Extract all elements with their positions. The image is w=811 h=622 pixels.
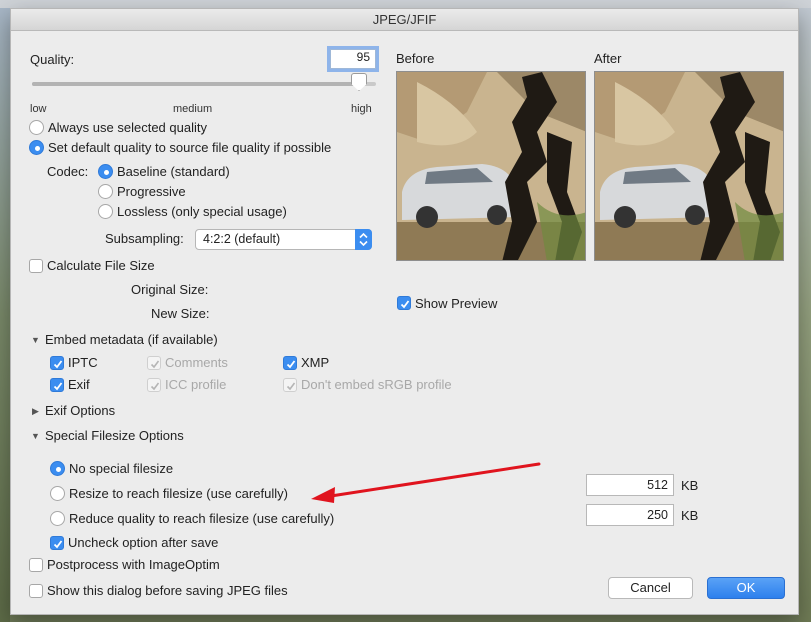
exif-checkbox[interactable]: [50, 378, 64, 392]
quality-label: Quality:: [30, 52, 75, 67]
checkmark-icon: [400, 300, 410, 309]
quality-tick-low: low: [30, 103, 47, 115]
exif-options-header[interactable]: Exif Options: [45, 403, 115, 418]
calculate-file-size-checkbox[interactable]: [29, 259, 43, 273]
postprocess-imageoptim-checkbox[interactable]: [29, 558, 43, 572]
checkmark-icon: [53, 360, 63, 369]
checkmark-icon: [150, 360, 160, 369]
radio-reduce-quality[interactable]: [50, 511, 65, 526]
quality-slider-thumb[interactable]: [351, 73, 367, 91]
resize-to-filesize-label: Resize to reach filesize (use carefully): [69, 486, 288, 501]
srgb-label: Don't embed sRGB profile: [301, 377, 452, 392]
embed-metadata-header[interactable]: Embed metadata (if available): [45, 332, 218, 347]
source-quality-label: Set default quality to source file quali…: [48, 140, 332, 155]
quality-tick-high: high: [351, 103, 372, 115]
subsampling-value: 4:2:2 (default): [203, 232, 281, 246]
codec-baseline-label: Baseline (standard): [117, 164, 230, 179]
radio-codec-baseline[interactable]: [98, 164, 113, 179]
annotation-arrow-icon: [311, 462, 541, 503]
comments-checkbox: [147, 356, 161, 370]
subsampling-label: Subsampling:: [105, 231, 184, 246]
dialog-title: JPEG/JFIF: [11, 9, 798, 31]
background-window-edge: [0, 0, 811, 8]
original-size-label: Original Size:: [131, 282, 209, 297]
uncheck-after-save-label: Uncheck option after save: [68, 535, 219, 550]
exif-label: Exif: [68, 377, 90, 392]
calculate-file-size-label: Calculate File Size: [47, 258, 155, 273]
reduce-quality-label: Reduce quality to reach filesize (use ca…: [69, 511, 335, 526]
disclosure-expanded-icon[interactable]: ▼: [31, 431, 40, 441]
srgb-checkbox: [283, 378, 297, 392]
radio-no-special-filesize[interactable]: [50, 461, 65, 476]
cancel-button[interactable]: Cancel: [608, 577, 693, 599]
show-preview-label: Show Preview: [415, 296, 498, 311]
always-selected-quality-label: Always use selected quality: [48, 120, 207, 135]
postprocess-imageoptim-label: Postprocess with ImageOptim: [47, 557, 220, 572]
special-filesize-header[interactable]: Special Filesize Options: [45, 428, 184, 443]
xmp-label: XMP: [301, 355, 330, 370]
resize-unit-label: KB: [681, 478, 699, 493]
quality-slider-fill: [32, 82, 359, 86]
codec-progressive-label: Progressive: [117, 184, 186, 199]
no-special-filesize-label: No special filesize: [69, 461, 174, 476]
iptc-label: IPTC: [68, 355, 98, 370]
checkmark-icon: [286, 360, 296, 369]
preview-before-image: [396, 71, 586, 261]
radio-codec-lossless[interactable]: [98, 204, 113, 219]
codec-label: Codec:: [47, 164, 89, 179]
disclosure-collapsed-icon[interactable]: ▶: [32, 406, 39, 417]
resize-filesize-input[interactable]: 512: [586, 474, 674, 496]
radio-source-quality[interactable]: [29, 140, 44, 155]
quality-tick-medium: medium: [173, 103, 213, 115]
preview-after-label: After: [594, 51, 622, 66]
preview-before-label: Before: [396, 51, 435, 66]
jpeg-options-dialog: JPEG/JFIF Quality: 95 low medium high Al…: [10, 8, 799, 615]
radio-codec-progressive[interactable]: [98, 184, 113, 199]
desktop-background-right: [799, 8, 811, 622]
quality-slider-track[interactable]: [32, 82, 376, 86]
subsampling-select[interactable]: 4:2:2 (default): [195, 229, 372, 250]
ok-button[interactable]: OK: [707, 577, 785, 599]
iptc-checkbox[interactable]: [50, 356, 64, 370]
preview-after-image: [594, 71, 784, 261]
checkmark-icon: [53, 540, 63, 549]
show-preview-checkbox[interactable]: [397, 296, 411, 310]
quality-input[interactable]: 95: [327, 46, 379, 72]
checkmark-icon: [53, 382, 63, 391]
checkmark-icon: [286, 382, 296, 391]
reduce-filesize-input[interactable]: 250: [586, 504, 674, 526]
codec-lossless-label: Lossless (only special usage): [117, 204, 287, 219]
icc-profile-label: ICC profile: [165, 377, 227, 392]
chevron-updown-icon: [355, 229, 372, 250]
uncheck-after-save-checkbox[interactable]: [50, 536, 64, 550]
comments-label: Comments: [165, 355, 228, 370]
desktop-background-left: [0, 8, 10, 622]
checkmark-icon: [150, 382, 160, 391]
radio-resize-to-filesize[interactable]: [50, 486, 65, 501]
show-dialog-checkbox[interactable]: [29, 584, 43, 598]
icc-profile-checkbox: [147, 378, 161, 392]
radio-always-selected-quality[interactable]: [29, 120, 44, 135]
disclosure-expanded-icon[interactable]: ▼: [31, 335, 40, 345]
xmp-checkbox[interactable]: [283, 356, 297, 370]
show-dialog-label: Show this dialog before saving JPEG file…: [47, 583, 288, 598]
reduce-unit-label: KB: [681, 508, 699, 523]
new-size-label: New Size:: [151, 306, 210, 321]
